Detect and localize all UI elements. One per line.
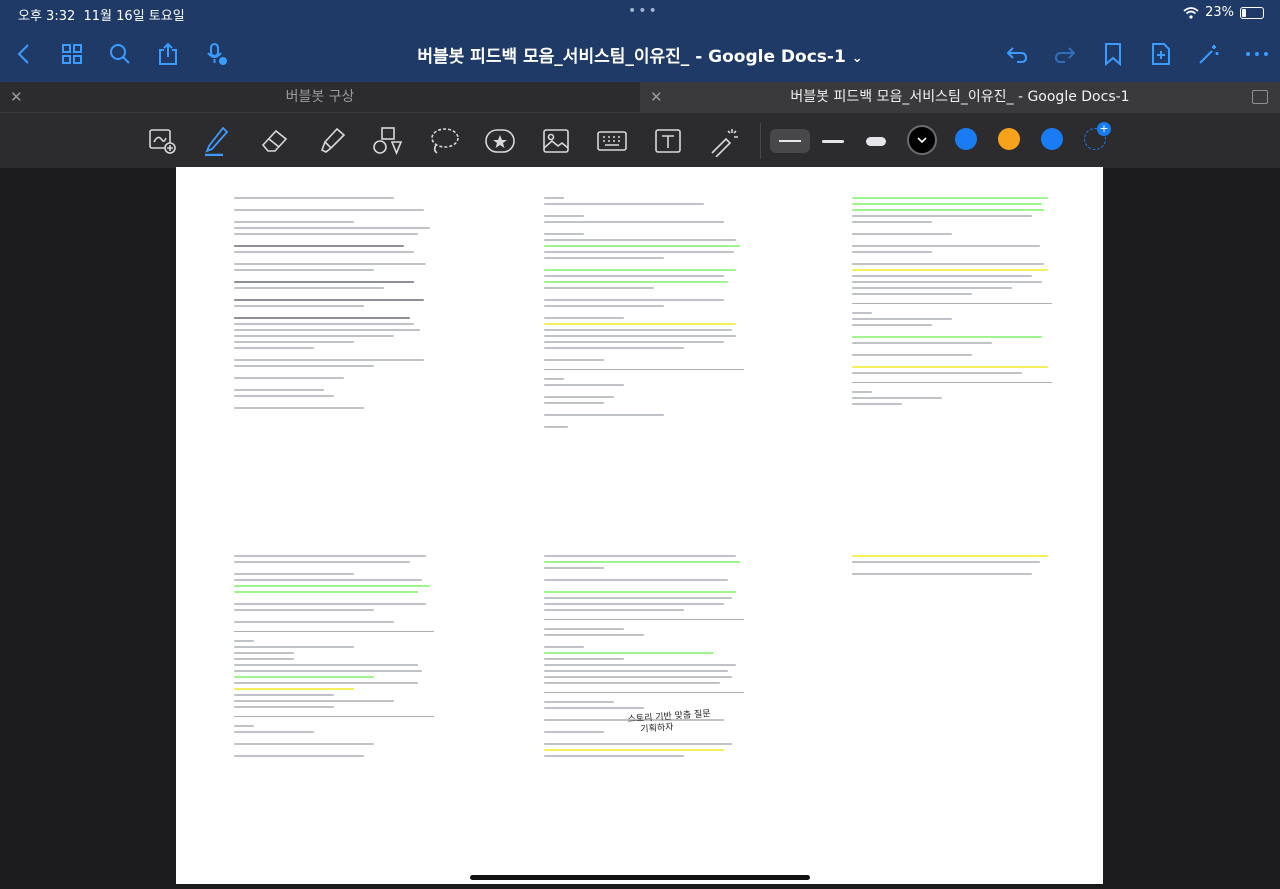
toolbar-separator bbox=[760, 123, 761, 159]
plus-icon: + bbox=[1097, 122, 1111, 136]
page-column-6 bbox=[852, 555, 1052, 579]
document-page[interactable]: 스토리 기반 맞춤 질문 기획하자 bbox=[176, 167, 1103, 884]
page-column-1 bbox=[234, 197, 434, 413]
more-icon[interactable] bbox=[1243, 40, 1271, 68]
page-column-4 bbox=[234, 555, 434, 761]
tab-feedback-doc[interactable]: ✕ 버블봇 피드백 모음_서비스팀_이유진_ - Google Docs-1 bbox=[640, 82, 1280, 112]
add-page-icon[interactable] bbox=[1147, 40, 1175, 68]
tab-bubblebot-plan[interactable]: ✕ 버블봇 구상 bbox=[0, 82, 640, 112]
color-swatch-blue-2[interactable] bbox=[1041, 128, 1063, 150]
color-swatch-blue[interactable] bbox=[955, 128, 977, 150]
stroke-thick-option[interactable] bbox=[858, 129, 894, 153]
status-bar: 오후 3:32 11월 16일 토요일 ••• 23% bbox=[0, 0, 1280, 26]
highlighter-icon[interactable] bbox=[316, 125, 348, 157]
battery-icon bbox=[1240, 6, 1264, 19]
window-icon[interactable] bbox=[1252, 90, 1268, 104]
keyboard-icon[interactable] bbox=[596, 125, 628, 157]
chevron-down-icon bbox=[917, 137, 927, 144]
magic-icon[interactable] bbox=[1195, 40, 1223, 68]
text-icon[interactable] bbox=[652, 125, 684, 157]
image-icon[interactable] bbox=[540, 125, 572, 157]
sticker-icon[interactable] bbox=[484, 125, 516, 157]
document-title[interactable]: 버블봇 피드백 모음_서비스팀_이유진_ - Google Docs-1 ⌄ bbox=[0, 42, 1280, 67]
pen-icon[interactable] bbox=[200, 125, 232, 157]
multitasking-dots-icon[interactable]: ••• bbox=[628, 3, 659, 19]
color-swatch-black[interactable] bbox=[907, 125, 937, 155]
home-indicator[interactable] bbox=[470, 875, 810, 880]
lasso-icon[interactable] bbox=[428, 125, 460, 157]
color-swatch-orange[interactable] bbox=[998, 128, 1020, 150]
redo-icon[interactable] bbox=[1051, 40, 1079, 68]
undo-icon[interactable] bbox=[1003, 40, 1031, 68]
document-tabs: ✕ 버블봇 구상 ✕ 버블봇 피드백 모음_서비스팀_이유진_ - Google… bbox=[0, 82, 1280, 112]
lasso-image-icon[interactable] bbox=[146, 125, 178, 157]
page-column-3 bbox=[852, 197, 1052, 409]
app-header: 버블봇 피드백 모음_서비스팀_이유진_ - Google Docs-1 ⌄ bbox=[0, 26, 1280, 82]
battery-percent: 23% bbox=[1205, 5, 1234, 20]
page-column-2 bbox=[544, 197, 744, 432]
status-time: 오후 3:32 11월 16일 토요일 bbox=[18, 9, 185, 24]
wifi-icon bbox=[1183, 6, 1199, 19]
add-color-button[interactable]: + bbox=[1084, 122, 1111, 150]
eraser-icon[interactable] bbox=[258, 125, 290, 157]
stroke-medium-option[interactable] bbox=[815, 129, 851, 153]
bookmark-icon[interactable] bbox=[1099, 40, 1127, 68]
stroke-thin-option[interactable] bbox=[770, 129, 810, 153]
laser-icon[interactable] bbox=[708, 125, 740, 157]
shapes-icon[interactable] bbox=[372, 125, 404, 157]
